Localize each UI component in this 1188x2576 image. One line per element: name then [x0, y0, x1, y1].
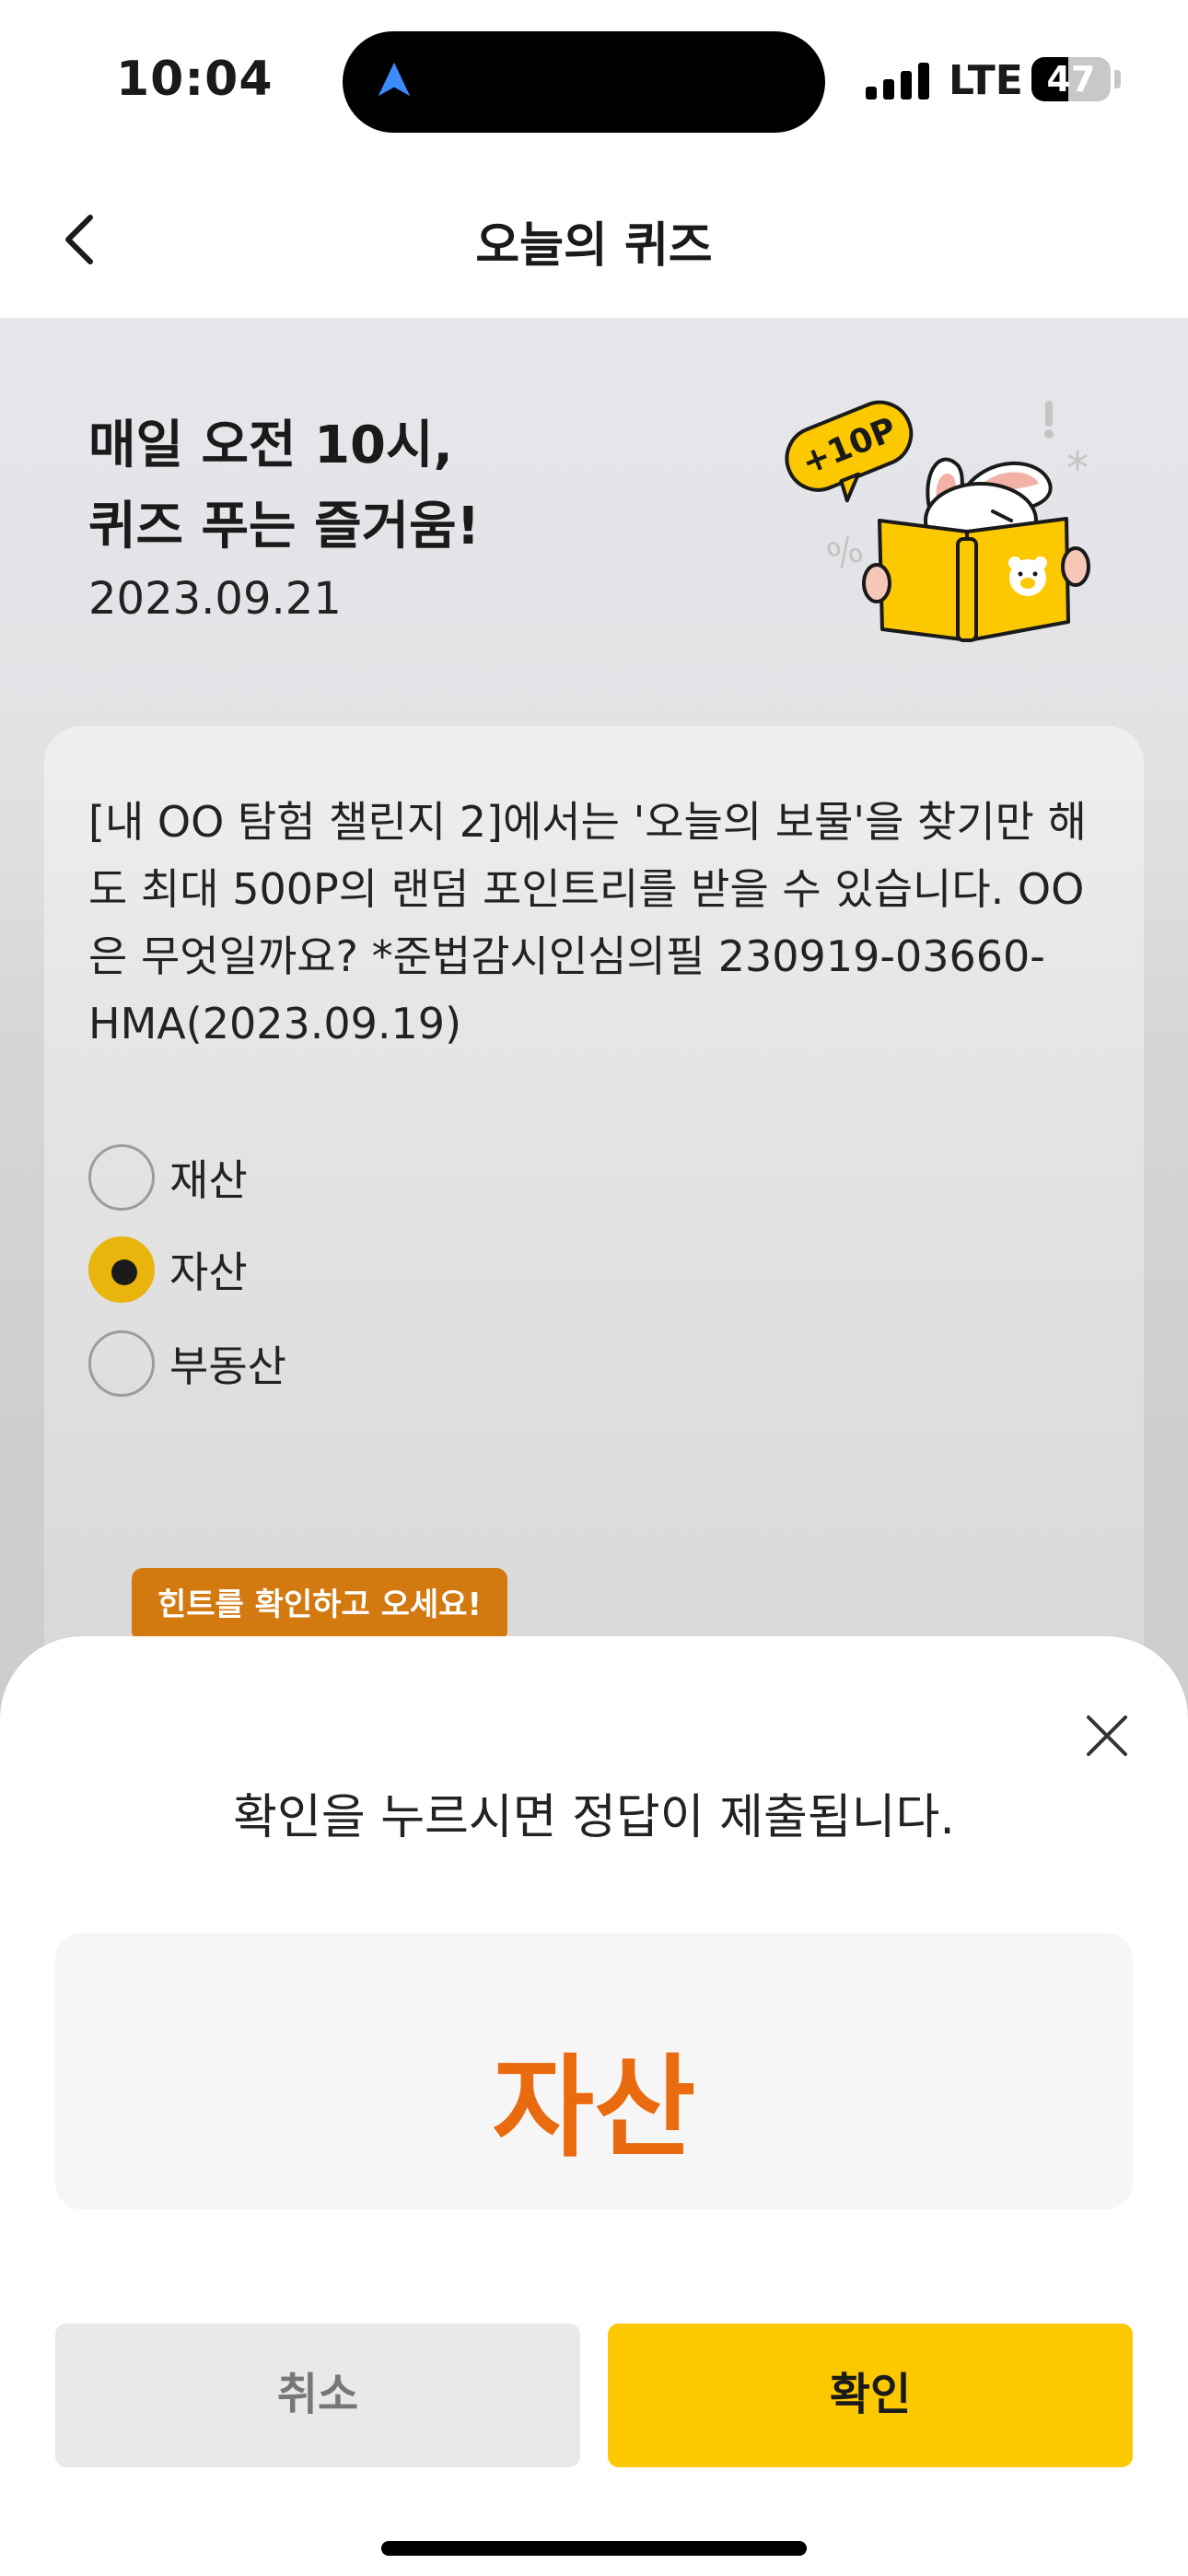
question-text: [내 OO 탐험 챌린지 2]에서는 '오늘의 보물'을 찾기만 해도 최대 5…: [88, 797, 1087, 1048]
hero-title: 매일 오전 10시, 퀴즈 푸는 즐거움!: [88, 405, 480, 568]
battery-icon: 47: [1031, 57, 1111, 101]
rabbit-reading-book-icon: * % +10P: [785, 400, 1090, 642]
location-arrow-icon: [378, 62, 411, 97]
network-label: LTE: [949, 57, 1023, 104]
cancel-button[interactable]: 취소: [55, 2324, 580, 2467]
nav-header: 오늘의 퀴즈: [0, 157, 1188, 318]
close-icon[interactable]: [1077, 1706, 1136, 1765]
option-label: 자산: [169, 1247, 248, 1297]
home-indicator[interactable]: [381, 2541, 807, 2556]
hero-title-line1: 매일 오전 10시,: [88, 416, 453, 475]
status-bar: 10:04 LTE 47: [0, 0, 1188, 157]
battery-percent: 47: [1046, 59, 1096, 100]
signal-icon: [866, 61, 930, 100]
page-title: 오늘의 퀴즈: [475, 218, 713, 274]
radio-button-unselected[interactable]: [88, 1144, 155, 1211]
radio-button-selected[interactable]: [88, 1236, 155, 1303]
option-2[interactable]: 자산: [88, 1235, 248, 1305]
svg-text:%: %: [821, 528, 868, 580]
option-label: 재산: [169, 1155, 248, 1205]
battery-tip: [1114, 70, 1121, 88]
option-label: 부동산: [169, 1341, 286, 1391]
quiz-date: 2023.09.21: [88, 573, 342, 625]
confirm-button[interactable]: 확인: [608, 2324, 1133, 2467]
selected-answer: 자산: [492, 2044, 696, 2172]
hint-button[interactable]: 힌트를 확인하고 오세요!: [132, 1568, 507, 1642]
option-1[interactable]: 재산: [88, 1142, 248, 1212]
svg-text:*: *: [1066, 443, 1089, 495]
status-time: 10:04: [116, 52, 274, 107]
option-3[interactable]: 부동산: [88, 1329, 286, 1399]
confirm-message: 확인을 누르시면 정답이 제출됩니다.: [233, 1790, 955, 1845]
radio-button-unselected[interactable]: [88, 1330, 155, 1397]
hero-title-line2: 퀴즈 푸는 즐거움!: [88, 497, 481, 556]
